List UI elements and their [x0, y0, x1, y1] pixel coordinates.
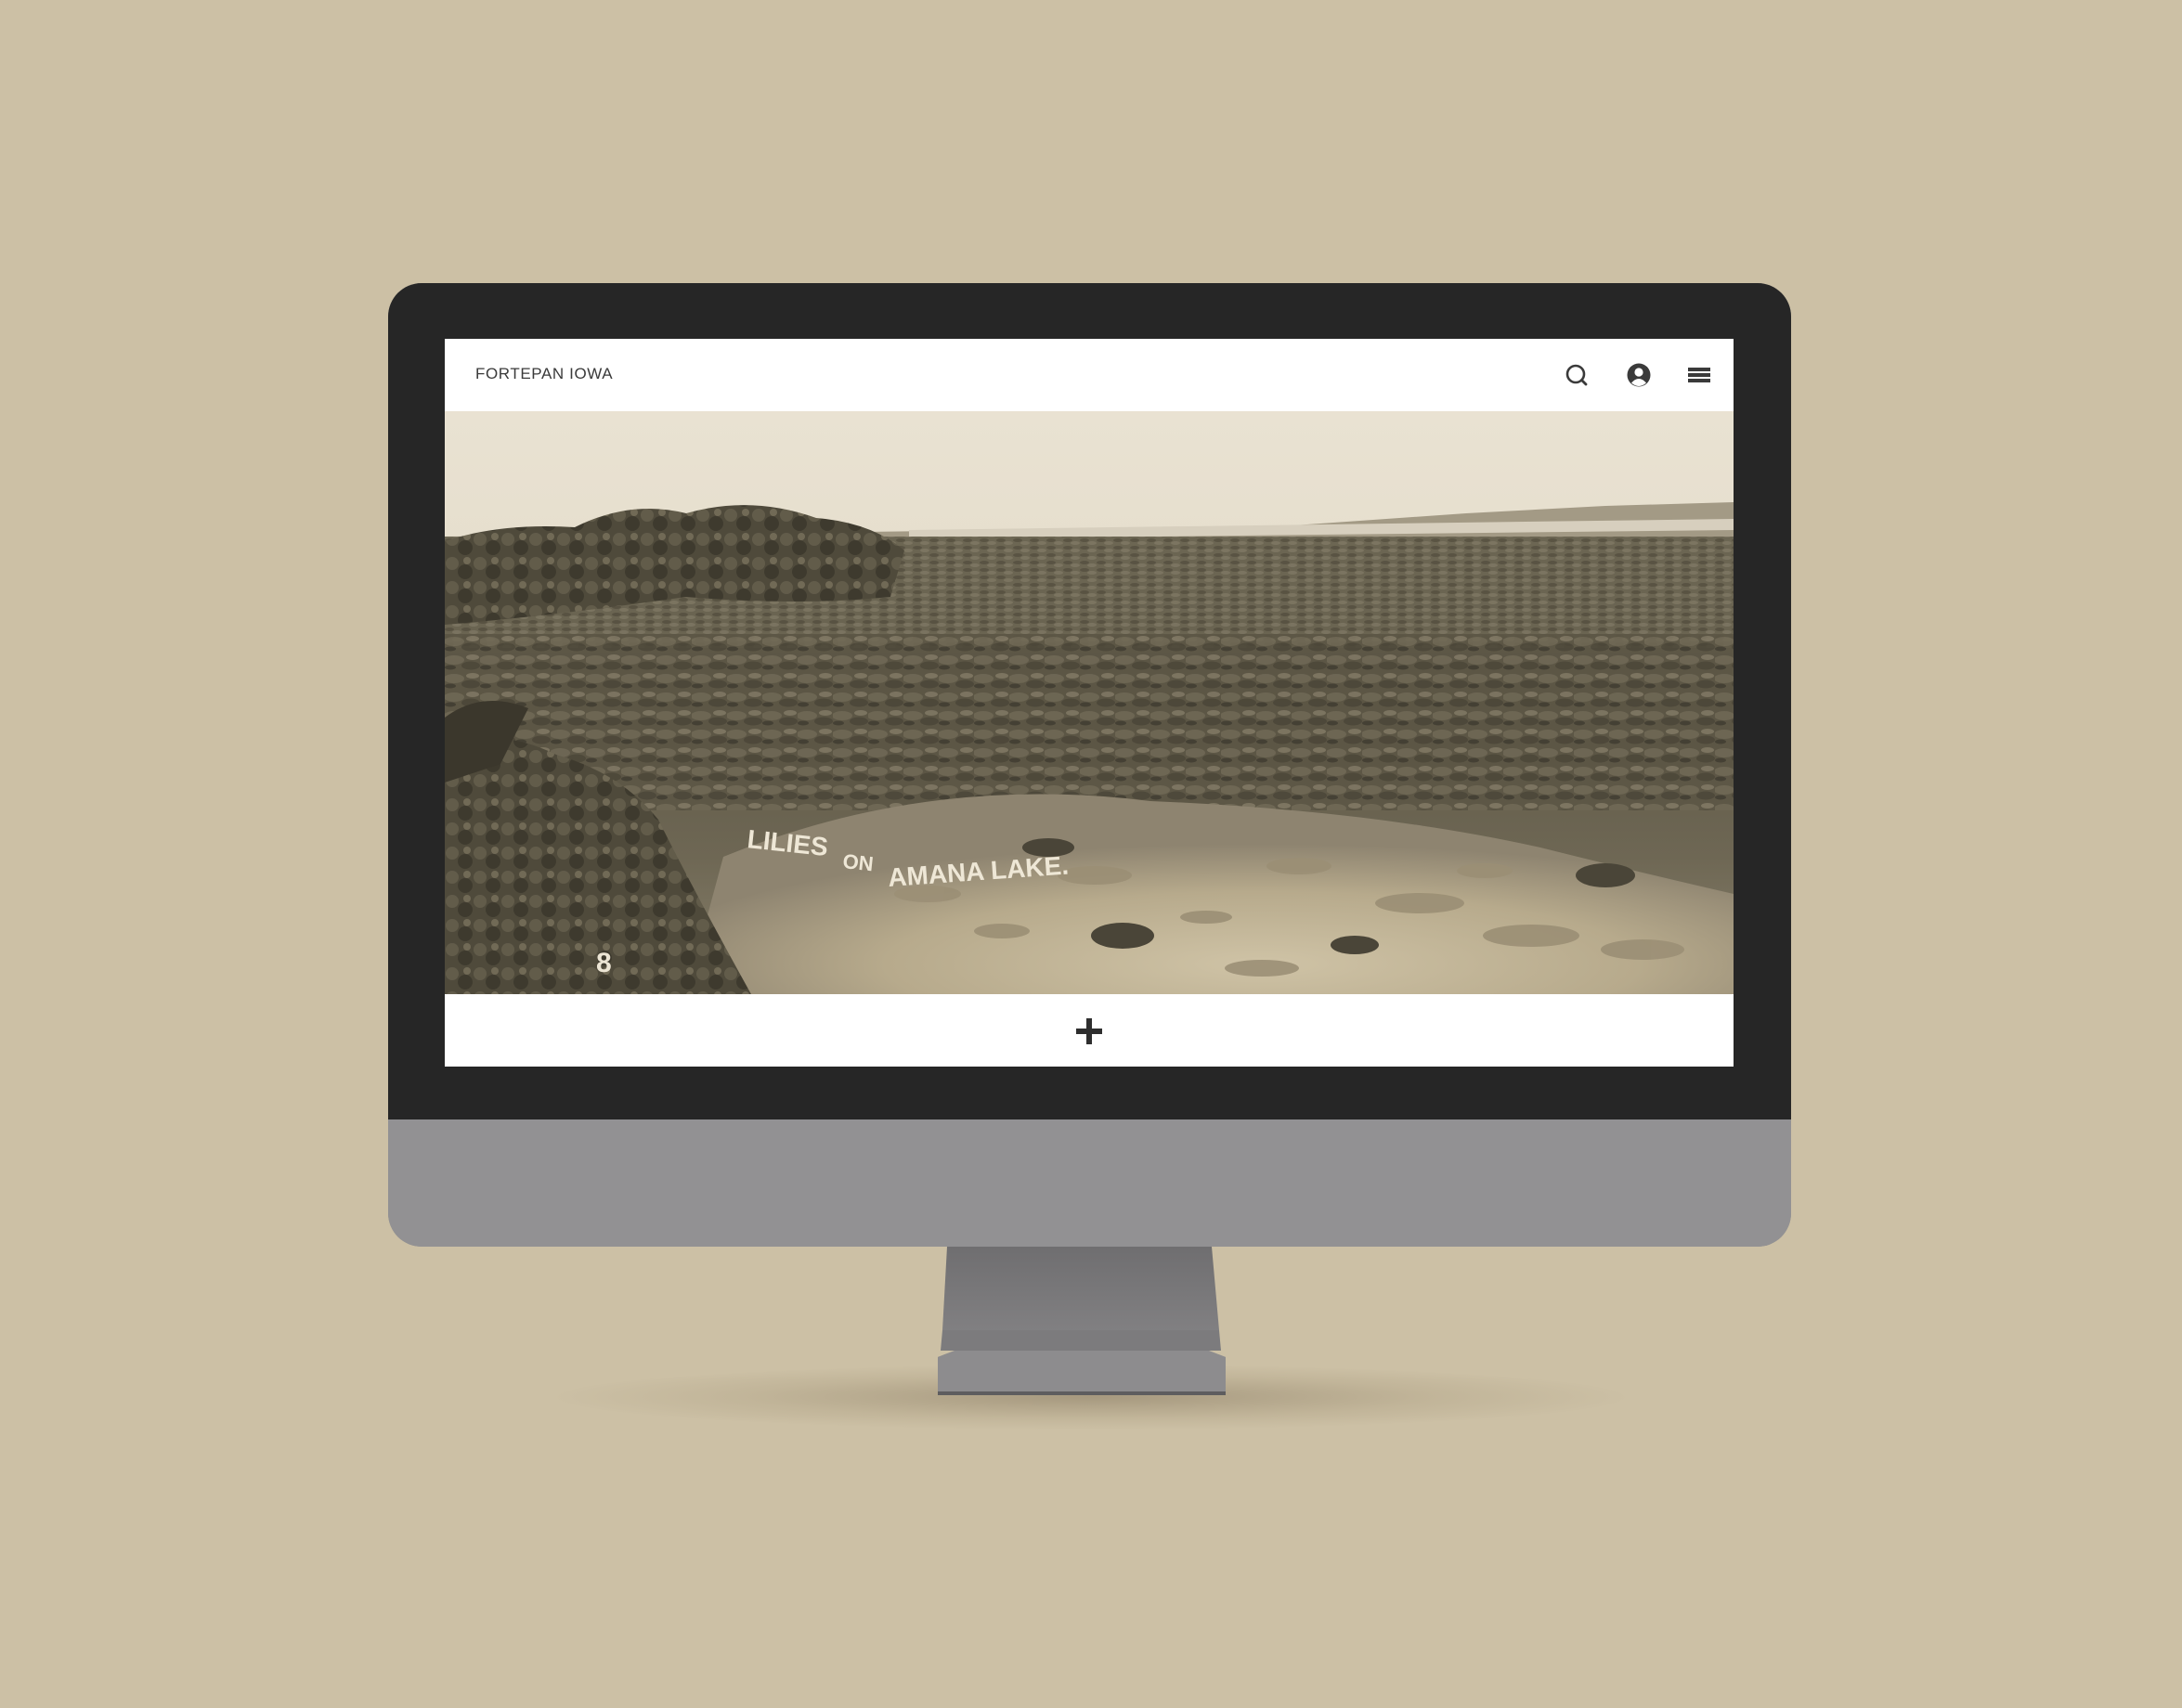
search-icon[interactable] — [1563, 361, 1591, 389]
account-icon[interactable] — [1625, 361, 1653, 389]
menu-icon[interactable] — [1685, 361, 1713, 389]
svg-text:ON: ON — [841, 849, 874, 875]
plus-icon[interactable] — [1072, 1015, 1106, 1048]
featured-photo[interactable]: LILIES ON AMANA LAKE. 8 — [445, 411, 1734, 994]
monitor-stand — [938, 1247, 1226, 1397]
site-brand[interactable]: FORTEPAN IOWA — [475, 365, 613, 383]
monitor-chin — [388, 1119, 1791, 1247]
scene: FORTEPAN IOWA LILIES ON AMANA LAKE. 8 — [0, 0, 2182, 1708]
screen: FORTEPAN IOWA LILIES ON AMANA LAKE. 8 — [445, 339, 1734, 1067]
photo-plate-number: 8 — [596, 948, 612, 978]
photo-footer — [445, 994, 1734, 1067]
site-header: FORTEPAN IOWA — [445, 339, 1734, 411]
